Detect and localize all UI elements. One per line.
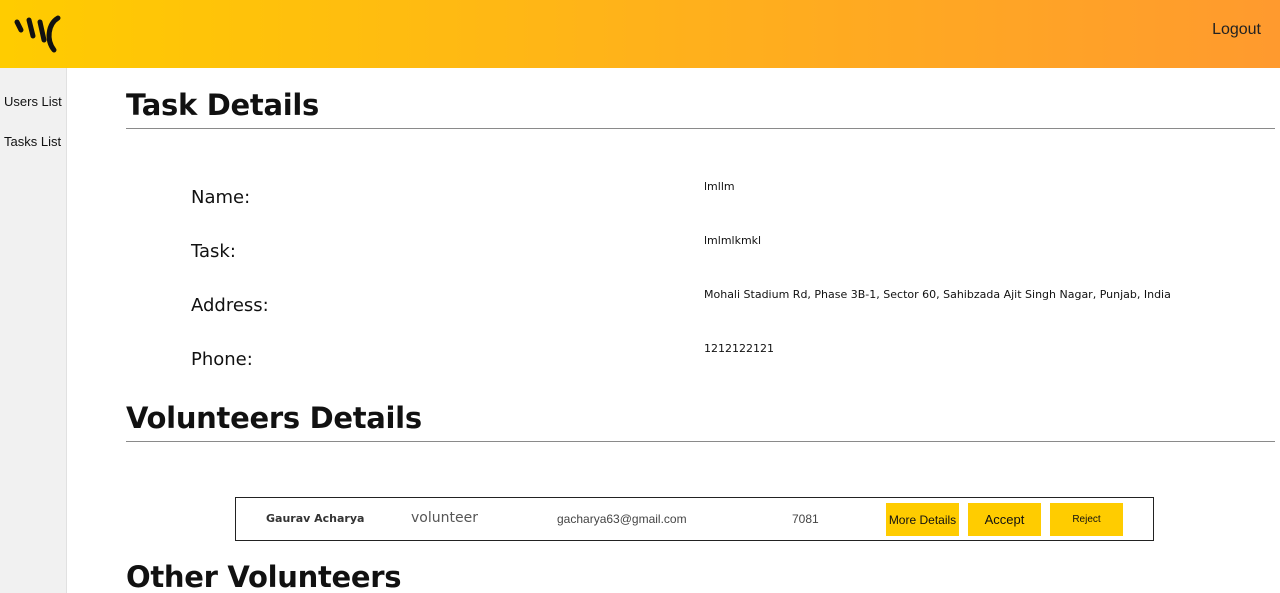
reject-button[interactable]: Reject — [1050, 503, 1123, 536]
sidebar: Users List Tasks List — [0, 68, 67, 593]
field-value-address: Mohali Stadium Rd, Phase 3B-1, Sector 60… — [704, 288, 1171, 301]
task-details-divider — [126, 128, 1275, 129]
sidebar-item-tasks-list[interactable]: Tasks List — [4, 134, 61, 149]
volunteer-row: Gaurav Acharya volunteer gacharya63@gmai… — [235, 497, 1154, 541]
field-value-name: lmllm — [704, 180, 735, 193]
volunteer-phone: 7081 — [792, 512, 819, 526]
field-value-phone: 1212122121 — [704, 342, 774, 355]
field-value-task: lmlmlkmkl — [704, 234, 762, 247]
volunteers-details-heading: Volunteers Details — [126, 401, 422, 435]
top-header-bar: Logout — [0, 0, 1280, 68]
accept-button[interactable]: Accept — [968, 503, 1041, 536]
sidebar-item-users-list[interactable]: Users List — [4, 94, 62, 109]
field-label-name: Name: — [191, 187, 251, 208]
field-label-task: Task: — [191, 241, 236, 262]
task-details-heading: Task Details — [126, 88, 319, 122]
main-content: Task Details Name: lmllm Task: lmlmlkmkl… — [126, 68, 1276, 593]
field-label-address: Address: — [191, 295, 269, 316]
more-details-button[interactable]: More Details — [886, 503, 959, 536]
brand-logo-icon[interactable] — [12, 10, 64, 56]
volunteer-email: gacharya63@gmail.com — [557, 512, 687, 526]
volunteer-name: Gaurav Acharya — [266, 512, 365, 525]
volunteers-details-divider — [126, 441, 1275, 442]
volunteer-role: volunteer — [411, 510, 478, 526]
field-label-phone: Phone: — [191, 349, 253, 370]
logout-link[interactable]: Logout — [1212, 21, 1261, 39]
other-volunteers-heading: Other Volunteers — [126, 560, 402, 593]
